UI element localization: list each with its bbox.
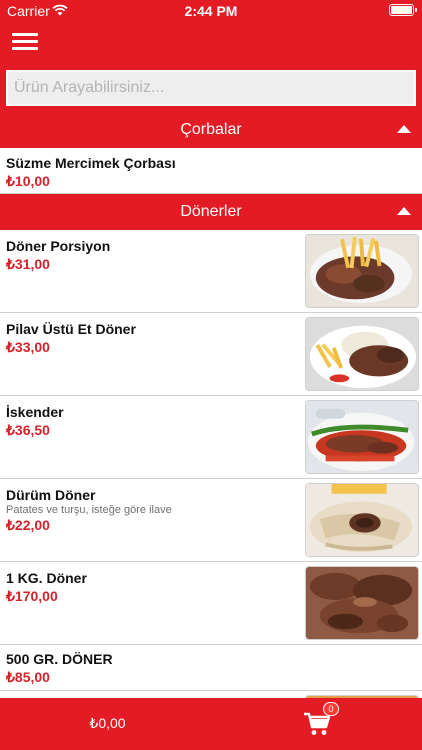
search-input[interactable]	[14, 79, 408, 97]
item-name: İskender	[6, 404, 64, 420]
search-bar	[0, 64, 422, 112]
category-title: Dönerler	[180, 203, 242, 220]
status-bar: Carrier 2:44 PM	[0, 0, 422, 22]
item-price: ₺85,00	[6, 669, 50, 685]
menu-item[interactable]: Süzme Mercimek Çorbası ₺10,00	[0, 148, 422, 194]
category-title: Çorbalar	[180, 121, 242, 138]
nav-bar	[0, 22, 422, 64]
item-price: ₺22,00	[6, 517, 50, 533]
item-price: ₺33,00	[6, 339, 50, 355]
item-price: ₺36,50	[6, 422, 50, 438]
chevron-up-icon	[397, 125, 411, 133]
item-name: 1 KG. Döner	[6, 570, 87, 586]
item-photo	[305, 483, 419, 557]
clock: 2:44 PM	[184, 3, 238, 19]
menu-list[interactable]: Çorbalar Süzme Mercimek Çorbası ₺10,00 D…	[0, 112, 422, 698]
menu-item[interactable]: Pilav Üstü Et Döner ₺33,00	[0, 313, 422, 396]
battery-icon	[389, 4, 417, 16]
bottom-bar: ₺0,00 0	[0, 698, 422, 750]
item-photo	[305, 400, 419, 474]
chevron-up-icon	[397, 207, 411, 215]
menu-item[interactable]: 500 GR. DÖNER ₺85,00	[0, 645, 422, 691]
menu-item[interactable]: Döner Porsiyon ₺31,00	[0, 230, 422, 313]
item-price: ₺170,00	[6, 588, 58, 604]
item-name: Dürüm Döner	[6, 487, 96, 503]
hamburger-menu-icon[interactable]	[12, 32, 38, 52]
item-name: Süzme Mercimek Çorbası	[6, 155, 176, 171]
menu-item[interactable]: Dürüm Döner Patates ve turşu, isteğe gör…	[0, 479, 422, 562]
menu-item[interactable]: 1 KG. Döner ₺170,00	[0, 562, 422, 645]
category-header-donerler[interactable]: Dönerler	[0, 194, 422, 230]
search-box	[6, 70, 416, 106]
item-price: ₺10,00	[6, 173, 50, 189]
item-description: Patates ve turşu, isteğe göre ilave	[6, 504, 172, 516]
menu-item[interactable]	[0, 691, 422, 698]
item-price: ₺31,00	[6, 256, 50, 272]
cart-count-badge: 0	[323, 702, 339, 716]
item-photo	[305, 566, 419, 640]
item-photo	[305, 317, 419, 391]
item-name: Pilav Üstü Et Döner	[6, 321, 136, 337]
item-name: Döner Porsiyon	[6, 238, 111, 254]
category-header-corbalar[interactable]: Çorbalar	[0, 112, 422, 148]
item-name: 500 GR. DÖNER	[6, 651, 113, 667]
cart-total: ₺0,00	[89, 715, 126, 731]
menu-item[interactable]: İskender ₺36,50	[0, 396, 422, 479]
item-photo	[305, 234, 419, 308]
